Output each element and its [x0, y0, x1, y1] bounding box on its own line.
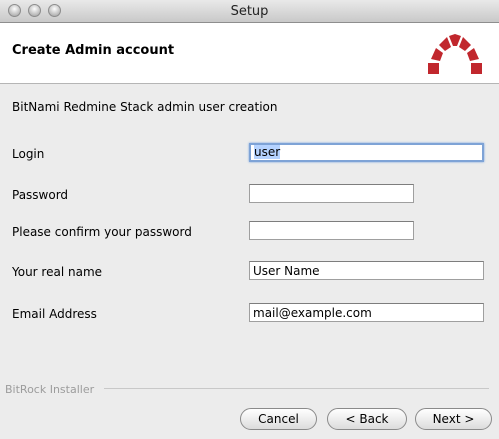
description-text: BitNami Redmine Stack admin user creatio…: [12, 100, 278, 114]
page-header: Create Admin account: [0, 23, 499, 84]
confirm-password-label: Please confirm your password: [12, 225, 192, 239]
confirm-password-input[interactable]: [249, 221, 414, 240]
brand-label: BitRock Installer: [5, 383, 95, 396]
cancel-button[interactable]: Cancel: [240, 408, 317, 430]
back-button[interactable]: < Back: [327, 408, 407, 430]
page-title: Create Admin account: [12, 43, 175, 58]
next-button[interactable]: Next >: [415, 408, 492, 430]
login-label: Login: [12, 147, 45, 161]
real-name-input[interactable]: [249, 261, 484, 280]
email-label: Email Address: [12, 307, 97, 321]
redmine-logo-icon: [428, 34, 482, 74]
login-value: user: [254, 145, 281, 159]
password-input[interactable]: [249, 184, 414, 203]
window-title: Setup: [230, 4, 269, 19]
real-name-label: Your real name: [12, 265, 103, 279]
login-input[interactable]: user: [249, 143, 484, 162]
password-label: Password: [12, 188, 69, 202]
window-titlebar[interactable]: Setup: [0, 0, 499, 23]
footer-divider: [104, 388, 489, 389]
email-input[interactable]: [249, 303, 484, 322]
